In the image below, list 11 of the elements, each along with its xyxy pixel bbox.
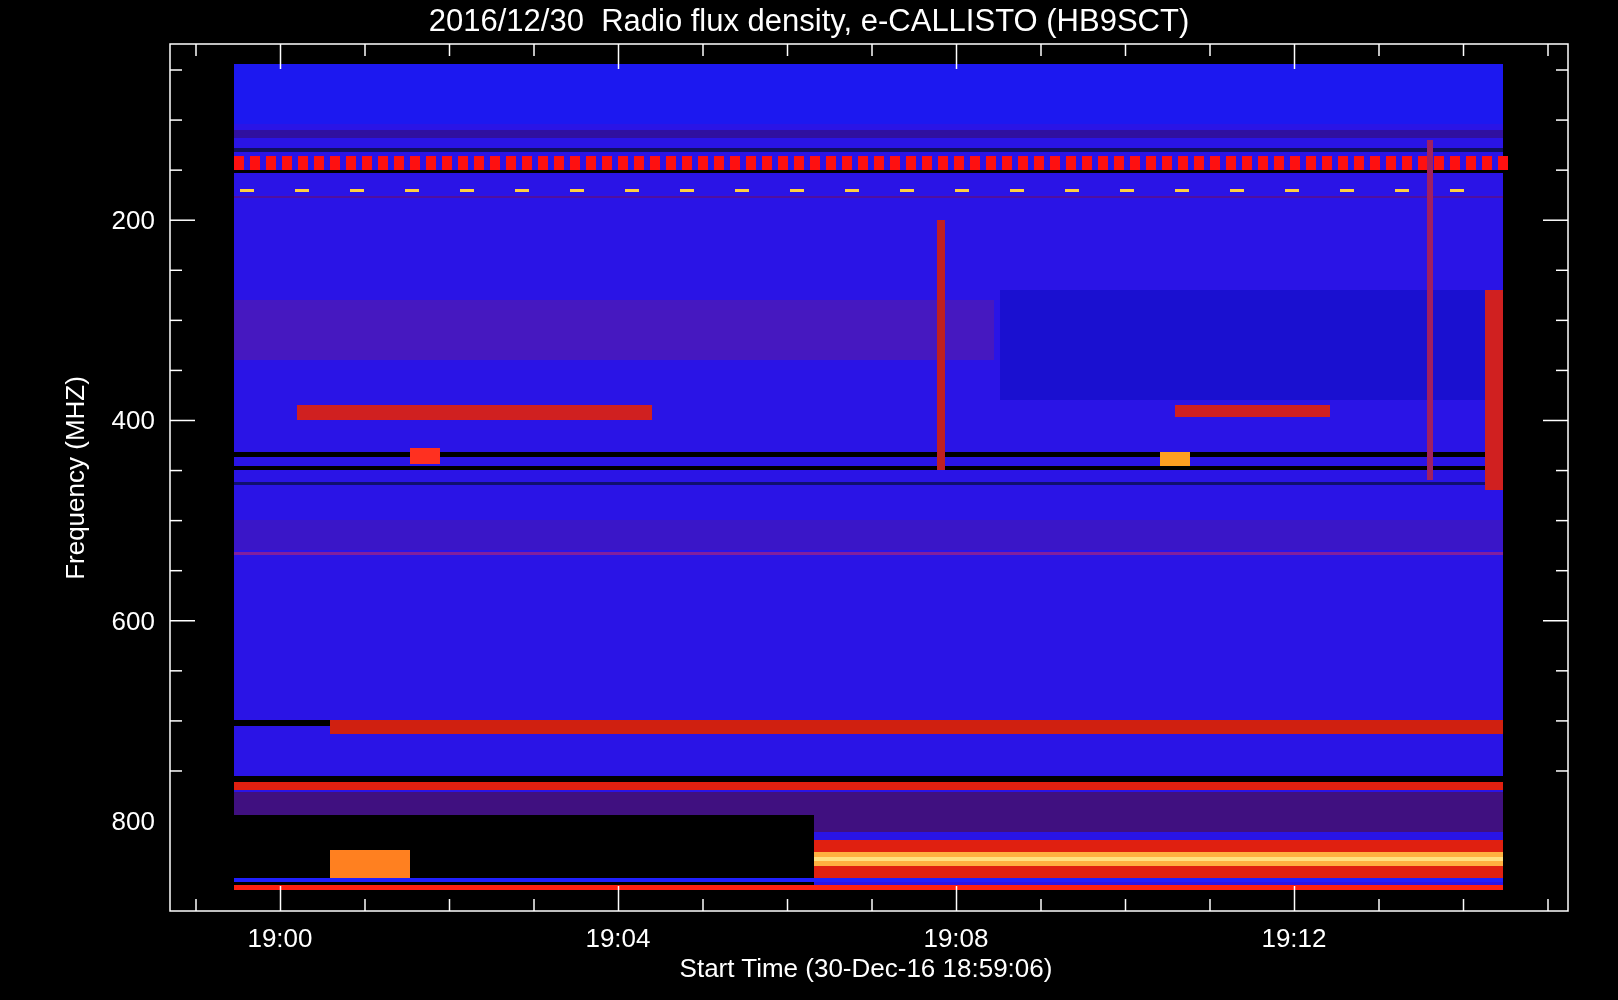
y-axis-label: Frequency (MHZ)	[60, 376, 90, 580]
y-tick-label: 800	[111, 805, 155, 836]
x-tick-label: 19:00	[247, 923, 313, 953]
x-tick-label: 19:04	[585, 923, 651, 953]
y-tick-label: 600	[111, 605, 155, 636]
x-tick-label: 19:08	[923, 923, 989, 953]
plot-title: 2016/12/30 Radio flux density, e-CALLISTO (HB9SCT)	[428, 3, 1190, 38]
x-axis-label: Start Time (30-Dec-16 18:59:06)	[679, 953, 1053, 983]
x-tick-label: 19:12	[1261, 923, 1327, 953]
y-tick-label: 200	[111, 205, 155, 235]
y-tick-label: 400	[111, 405, 155, 436]
